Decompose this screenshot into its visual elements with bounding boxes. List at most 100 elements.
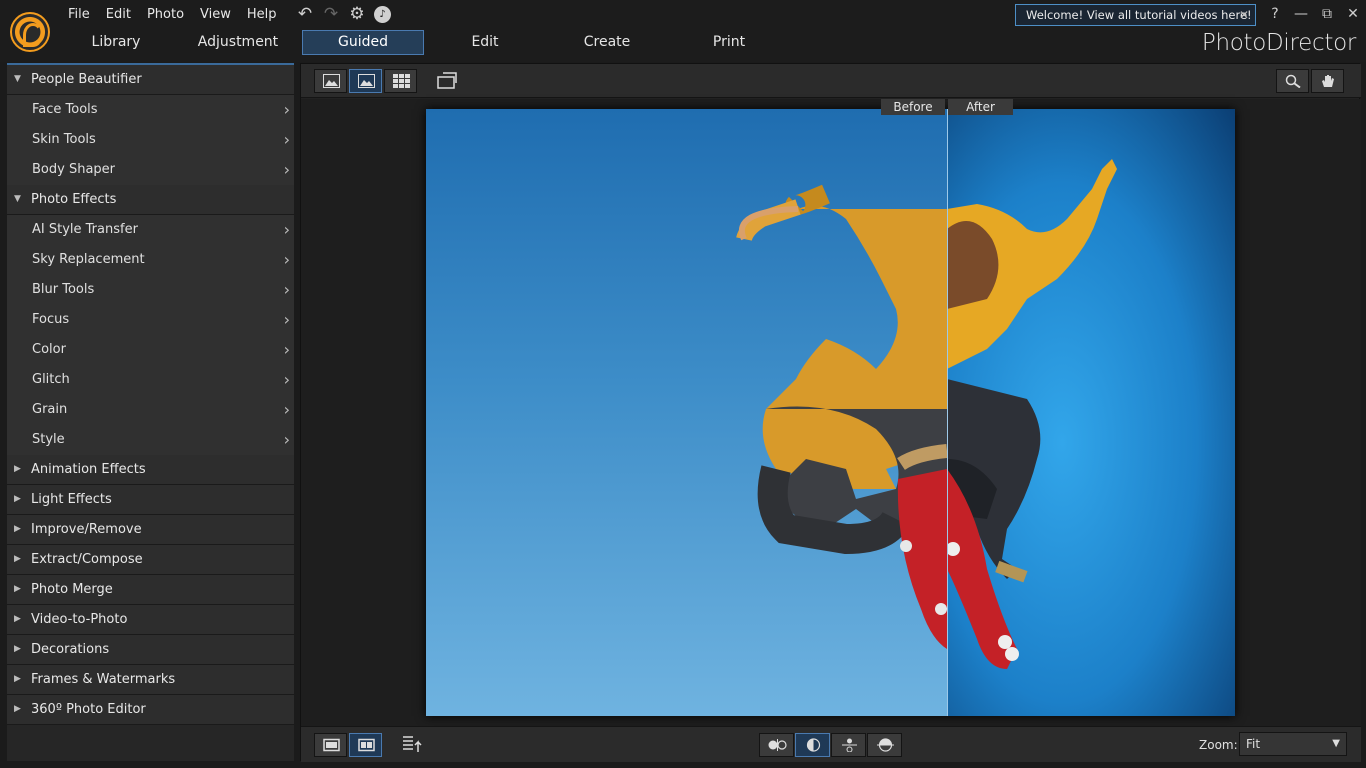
compare-split-line[interactable] [947,109,948,716]
close-icon[interactable]: ✕ [1340,2,1366,26]
split-compare-button[interactable] [795,733,830,757]
zoom-label: Zoom: [1199,738,1238,752]
sidebar-group-label: Improve/Remove [31,522,142,537]
skater-before-illustration [736,184,948,649]
notice-close-icon[interactable]: ✕ [1239,5,1249,25]
chevron-right-icon: › [283,310,290,329]
side-by-side-compare-button[interactable] [759,733,794,757]
hand-tool-button[interactable] [1311,69,1344,93]
sidebar-group-label: Photo Effects [31,192,117,207]
sidebar-group-improve-remove[interactable]: ▶ Improve/Remove [7,515,294,545]
sidebar-item-ai-style-transfer[interactable]: AI Style Transfer › [7,215,294,245]
sidebar-group-label: People Beautifier [31,72,142,87]
single-preview-button[interactable] [314,733,347,757]
sidebar-group-people-beautifier[interactable]: ▼ People Beautifier [7,65,294,95]
sidebar-group-label: Extract/Compose [31,552,143,567]
sidebar-item-label: Face Tools [32,102,98,117]
sidebar-group-frames-watermarks[interactable]: ▶ Frames & Watermarks [7,665,294,695]
skater-after-illustration [937,159,1117,669]
sidebar-group-label: Photo Merge [31,582,113,597]
collapsed-triangle-icon: ▶ [14,524,21,534]
zoom-value: Fit [1246,737,1261,751]
undo-icon[interactable]: ↶ [296,4,314,24]
photo-preview[interactable] [426,109,1235,716]
minimize-icon[interactable]: — [1288,2,1314,26]
redo-icon[interactable]: ↷ [322,4,340,24]
menu-photo[interactable]: Photo [139,5,192,25]
sidebar-group-animation-effects[interactable]: ▶ Animation Effects [7,455,294,485]
zoom-select[interactable]: Fit ▼ [1239,732,1347,756]
bottom-toolbar: Zoom: Fit ▼ [301,726,1361,762]
sidebar-group-light-effects[interactable]: ▶ Light Effects [7,485,294,515]
sidebar-group-extract-compose[interactable]: ▶ Extract/Compose [7,545,294,575]
sidebar-item-color[interactable]: Color › [7,335,294,365]
chevron-right-icon: › [283,370,290,389]
sidebar-group-photo-merge[interactable]: ▶ Photo Merge [7,575,294,605]
split-preview-button[interactable] [349,733,382,757]
tab-guided[interactable]: Guided [302,30,424,55]
chevron-right-icon: › [283,100,290,119]
menu-file[interactable]: File [60,5,98,25]
chevron-right-icon: › [283,280,290,299]
menu-help[interactable]: Help [239,5,285,25]
sidebar-item-glitch[interactable]: Glitch › [7,365,294,395]
tab-library[interactable]: Library [55,30,177,55]
sidebar-item-label: AI Style Transfer [32,222,138,237]
collapsed-triangle-icon: ▶ [14,644,21,654]
sidebar-item-focus[interactable]: Focus › [7,305,294,335]
sidebar-item-label: Blur Tools [32,282,95,297]
quick-actions: ↶ ↷ ⚙ ♪ [296,4,391,24]
sidebar-item-label: Body Shaper [32,162,116,177]
split-compare-icon [806,738,821,752]
horizontal-split-compare-button[interactable] [867,733,902,757]
sidebar-item-grain[interactable]: Grain › [7,395,294,425]
sidebar-item-skin-tools[interactable]: Skin Tools › [7,125,294,155]
grid-view-button[interactable] [384,69,417,93]
side-by-side-icon [768,739,787,751]
sidebar-item-label: Skin Tools [32,132,96,147]
chevron-right-icon: › [283,130,290,149]
tab-edit[interactable]: Edit [424,30,546,55]
module-tabs: Library Adjustment Guided Edit Create Pr… [55,30,790,55]
after-label: After [948,99,1013,115]
sidebar-group-photo-effects[interactable]: ▼ Photo Effects [7,185,294,215]
chevron-right-icon: › [283,160,290,179]
restore-icon[interactable]: ⧉ [1314,2,1340,26]
sidebar-item-style[interactable]: Style › [7,425,294,455]
chevron-right-icon: › [283,400,290,419]
tab-adjustment[interactable]: Adjustment [177,30,299,55]
horizontal-split-icon [842,738,857,752]
menu-view[interactable]: View [192,5,239,25]
before-label: Before [881,99,945,115]
single-view-icon [323,74,340,88]
photo-canvas[interactable]: Before After [301,99,1361,726]
split-preview-icon [358,738,375,752]
menu-edit[interactable]: Edit [98,5,139,25]
sidebar-item-sky-replacement[interactable]: Sky Replacement › [7,245,294,275]
settings-gear-icon[interactable]: ⚙ [348,4,366,24]
tutorial-notice[interactable]: Welcome! View all tutorial videos here! … [1015,4,1256,26]
magnifier-button[interactable] [1276,69,1309,93]
chevron-right-icon: › [283,220,290,239]
sidebar-group-decorations[interactable]: ▶ Decorations [7,635,294,665]
undock-window-icon[interactable] [435,72,459,90]
sidebar-item-face-tools[interactable]: Face Tools › [7,95,294,125]
sidebar-item-body-shaper[interactable]: Body Shaper › [7,155,294,185]
sidebar-item-label: Focus [32,312,70,327]
tutorial-notice-text[interactable]: Welcome! View all tutorial videos here! [1026,8,1252,22]
sidebar-group-video-to-photo[interactable]: ▶ Video-to-Photo [7,605,294,635]
tab-create[interactable]: Create [546,30,668,55]
chevron-right-icon: › [283,250,290,269]
tab-print[interactable]: Print [668,30,790,55]
app-logo-icon[interactable] [10,12,50,52]
history-list-icon[interactable] [401,734,427,754]
compare-view-button[interactable] [349,69,382,93]
single-view-button[interactable] [314,69,347,93]
notification-bell-icon[interactable]: ♪ [374,6,391,23]
sidebar-group-360-photo-editor[interactable]: ▶ 360º Photo Editor [7,695,294,725]
horizontal-half-icon [877,738,894,752]
sidebar-item-blur-tools[interactable]: Blur Tools › [7,275,294,305]
help-icon[interactable]: ? [1262,2,1288,26]
title-bar: File Edit Photo View Help ↶ ↷ ⚙ ♪ Librar… [0,0,1366,62]
horizontal-compare-button[interactable] [831,733,866,757]
